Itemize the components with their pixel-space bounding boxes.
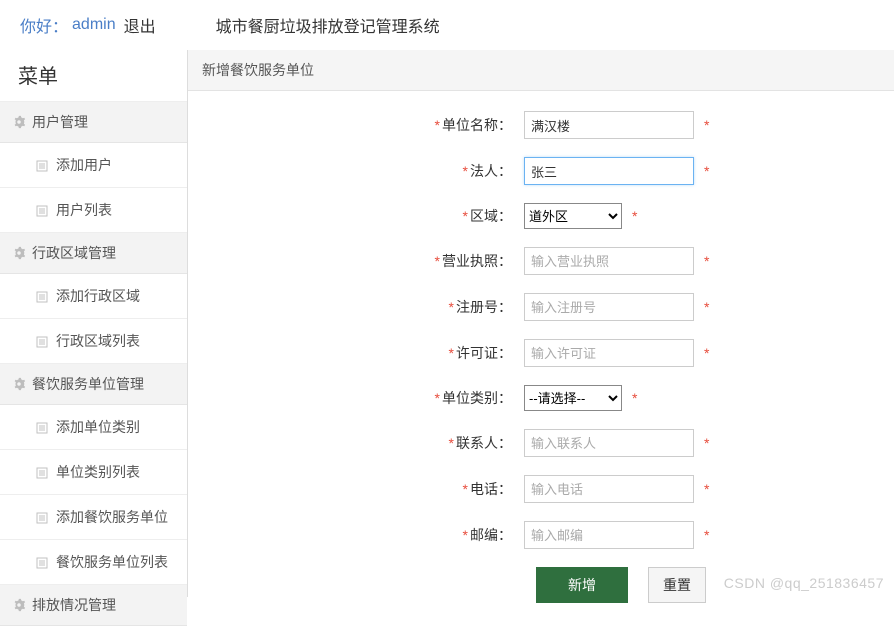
required-star: * (704, 527, 709, 543)
sidebar-item-add-catering-unit[interactable]: 添加餐饮服务单位 (0, 495, 187, 540)
username-link[interactable]: admin (72, 16, 116, 34)
sidebar-group-label: 用户管理 (32, 112, 88, 132)
required-star: * (435, 390, 440, 406)
sidebar-item-add-user[interactable]: 添加用户 (0, 143, 187, 188)
required-star: * (449, 435, 454, 451)
greeting-text: 你好： (20, 13, 68, 37)
sidebar-item-catering-unit-list[interactable]: 餐饮服务单位列表 (0, 540, 187, 585)
contact-input[interactable] (524, 429, 694, 457)
unit-name-label: 单位名称： (442, 117, 512, 133)
gear-icon (12, 598, 26, 612)
reg-label: 注册号： (456, 299, 512, 315)
category-label: 单位类别： (442, 390, 512, 406)
list-icon (36, 159, 48, 171)
phone-input[interactable] (524, 475, 694, 503)
sidebar-item-label: 餐饮服务单位列表 (56, 552, 168, 572)
sidebar-item-label: 添加行政区域 (56, 286, 140, 306)
required-star: * (704, 117, 709, 133)
contact-label: 联系人： (456, 435, 512, 451)
sidebar-item-label: 添加餐饮服务单位 (56, 507, 168, 527)
sidebar-group-users[interactable]: 用户管理 (0, 102, 187, 143)
panel-title: 新增餐饮服务单位 (188, 50, 894, 91)
menu-header: 菜单 (0, 50, 187, 102)
sidebar-item-label: 用户列表 (56, 200, 112, 220)
required-star: * (463, 527, 468, 543)
required-star: * (704, 435, 709, 451)
region-select[interactable]: 道外区 (524, 203, 622, 229)
sidebar-item-label: 添加单位类别 (56, 417, 140, 437)
submit-button[interactable]: 新增 (536, 567, 628, 603)
gear-icon (12, 377, 26, 391)
list-icon (36, 466, 48, 478)
sidebar-group-emissions[interactable]: 排放情况管理 (0, 585, 187, 626)
required-star: * (463, 163, 468, 179)
category-select[interactable]: --请选择-- (524, 385, 622, 411)
sidebar: 菜单 用户管理 添加用户 用户列表 行政区域管理 添加行政区域 行政区域列表 (0, 50, 188, 597)
legal-input[interactable] (524, 157, 694, 185)
sidebar-group-label: 行政区域管理 (32, 243, 116, 263)
main-panel: 新增餐饮服务单位 *单位名称： * *法人： * *区域： 道外区 * (188, 50, 894, 597)
permit-label: 许可证： (456, 345, 512, 361)
system-title: 城市餐厨垃圾排放登记管理系统 (216, 13, 440, 37)
required-star: * (435, 117, 440, 133)
sidebar-item-label: 单位类别列表 (56, 462, 140, 482)
top-bar: 你好： admin 退出 城市餐厨垃圾排放登记管理系统 (0, 0, 894, 50)
list-icon (36, 335, 48, 347)
license-label: 营业执照： (442, 253, 512, 269)
reset-button[interactable]: 重置 (648, 567, 706, 603)
license-input[interactable] (524, 247, 694, 275)
required-star: * (632, 390, 637, 406)
watermark: CSDN @qq_251836457 (724, 575, 884, 591)
required-star: * (463, 481, 468, 497)
sidebar-group-catering[interactable]: 餐饮服务单位管理 (0, 364, 187, 405)
sidebar-item-add-region[interactable]: 添加行政区域 (0, 274, 187, 319)
required-star: * (449, 345, 454, 361)
required-star: * (449, 299, 454, 315)
phone-label: 电话： (470, 481, 512, 497)
zip-input[interactable] (524, 521, 694, 549)
sidebar-group-label: 排放情况管理 (32, 595, 116, 615)
required-star: * (704, 345, 709, 361)
list-icon (36, 556, 48, 568)
required-star: * (704, 253, 709, 269)
list-icon (36, 290, 48, 302)
sidebar-item-region-list[interactable]: 行政区域列表 (0, 319, 187, 364)
required-star: * (463, 208, 468, 224)
list-icon (36, 511, 48, 523)
form-area: *单位名称： * *法人： * *区域： 道外区 * *营业执照： * (188, 91, 894, 623)
sidebar-group-regions[interactable]: 行政区域管理 (0, 233, 187, 274)
zip-label: 邮编： (470, 527, 512, 543)
gear-icon (12, 246, 26, 260)
sidebar-item-user-list[interactable]: 用户列表 (0, 188, 187, 233)
list-icon (36, 421, 48, 433)
required-star: * (435, 253, 440, 269)
reg-input[interactable] (524, 293, 694, 321)
unit-name-input[interactable] (524, 111, 694, 139)
region-label: 区域： (470, 208, 512, 224)
sidebar-item-label: 添加用户 (56, 155, 112, 175)
required-star: * (632, 208, 637, 224)
legal-label: 法人： (470, 163, 512, 179)
logout-link[interactable]: 退出 (124, 13, 156, 37)
permit-input[interactable] (524, 339, 694, 367)
sidebar-item-add-category[interactable]: 添加单位类别 (0, 405, 187, 450)
required-star: * (704, 299, 709, 315)
sidebar-item-label: 行政区域列表 (56, 331, 140, 351)
list-icon (36, 204, 48, 216)
gear-icon (12, 115, 26, 129)
required-star: * (704, 163, 709, 179)
sidebar-item-category-list[interactable]: 单位类别列表 (0, 450, 187, 495)
required-star: * (704, 481, 709, 497)
sidebar-group-label: 餐饮服务单位管理 (32, 374, 144, 394)
